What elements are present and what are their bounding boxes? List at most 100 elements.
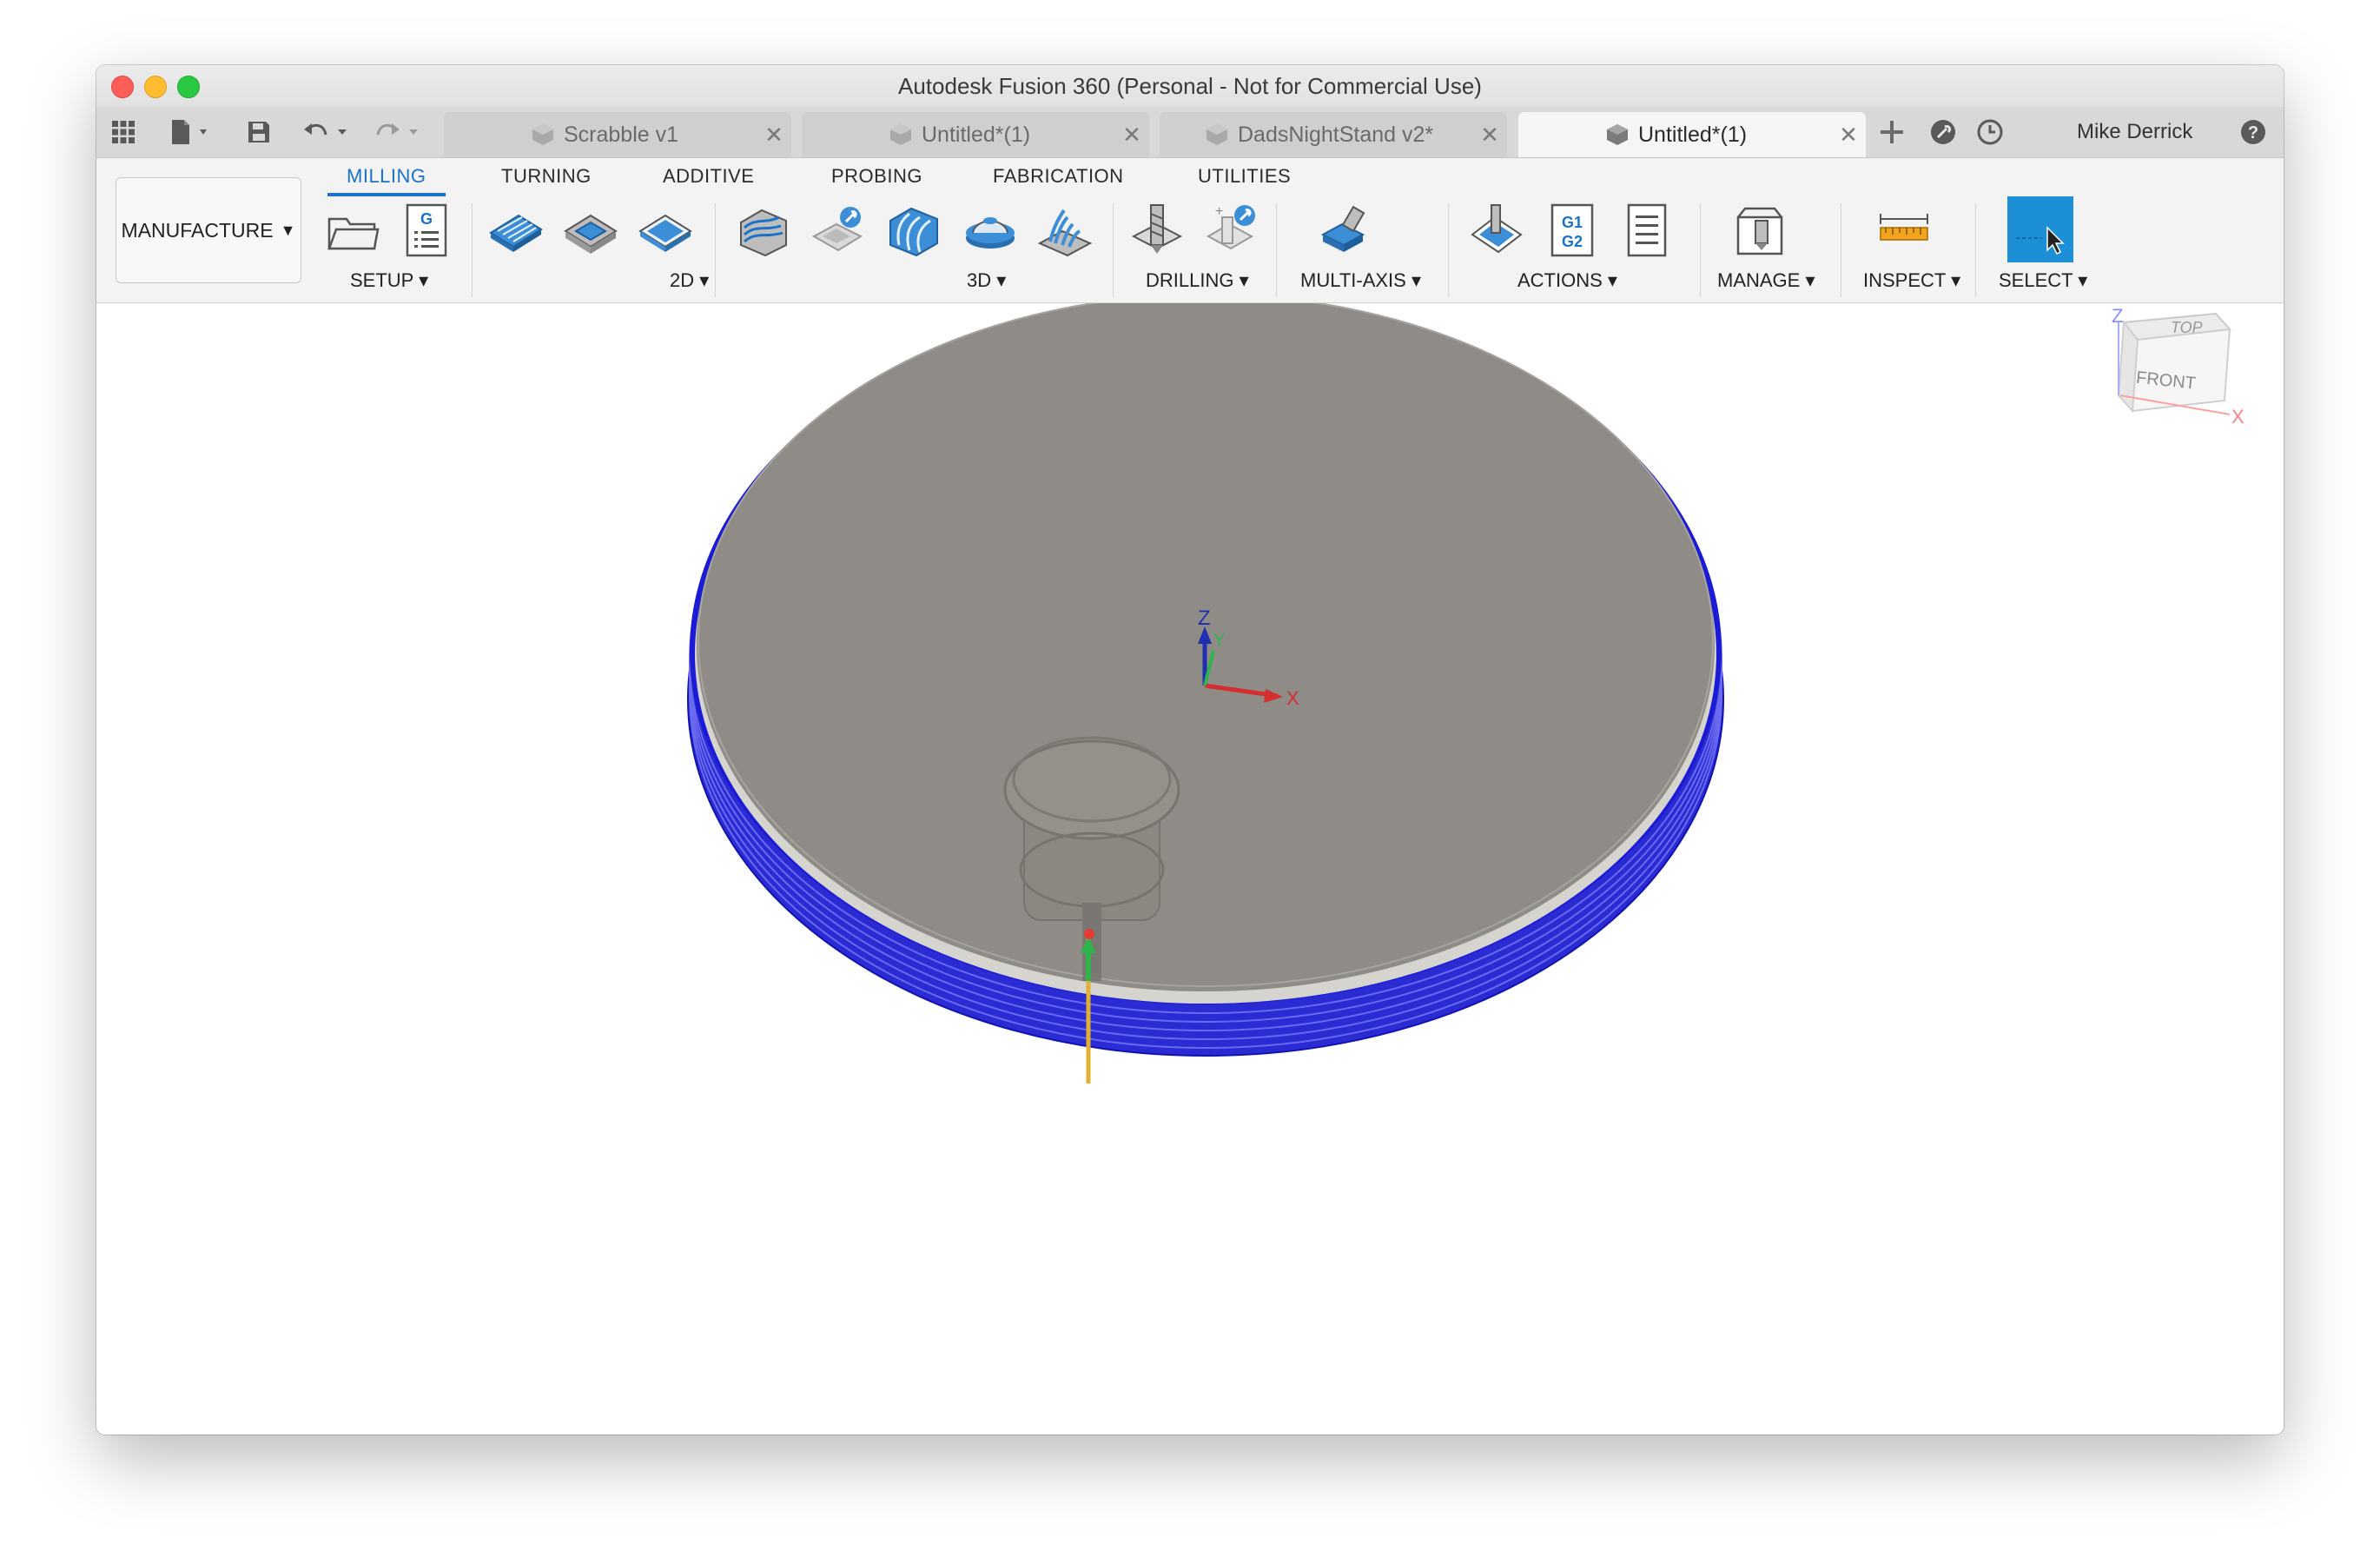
canvas-viewport[interactable]: Z Y X TOP FRONT Z X: [96, 303, 2284, 1435]
group-divider: [1700, 203, 1701, 297]
tab-fabrication[interactable]: FABRICATION: [993, 165, 1124, 188]
close-window-button[interactable]: [111, 76, 134, 98]
save-icon[interactable]: [244, 117, 274, 147]
axis-label-y: Y: [1213, 631, 1225, 650]
group-label: DRILLING: [1146, 269, 1234, 291]
group-divider: [1448, 203, 1449, 297]
simulate-icon[interactable]: [1469, 202, 1526, 259]
setup-sheet-icon[interactable]: [1618, 202, 1676, 259]
group-label: 2D: [670, 269, 695, 291]
tab-label: Untitled*(1): [922, 122, 1031, 147]
tab-bar: Scrabble v1 ✕ Untitled*(1) ✕ DadsNightSt…: [96, 107, 2284, 158]
group-divider: [472, 203, 473, 297]
tab-milling[interactable]: MILLING: [347, 165, 426, 188]
multi-axis-icon[interactable]: [1318, 202, 1375, 259]
toolbar-ribbon: MANUFACTURE ▼ MILLING TURNING ADDITIVE P…: [96, 158, 2284, 303]
tab-additive[interactable]: ADDITIVE: [663, 165, 754, 188]
component-icon: [890, 124, 911, 145]
parallel-icon[interactable]: [885, 202, 942, 259]
help-icon[interactable]: ?: [2238, 117, 2268, 147]
svg-text:?: ?: [2248, 123, 2258, 142]
model-canvas[interactable]: Z Y X TOP FRONT Z X: [96, 303, 2284, 1435]
scallop-icon[interactable]: [1036, 202, 1094, 259]
hole-recognition-icon[interactable]: +: [1203, 202, 1260, 259]
user-name[interactable]: Mike Derrick: [2077, 107, 2198, 157]
close-tab-icon[interactable]: ✕: [757, 122, 791, 149]
new-setup-icon[interactable]: [324, 202, 381, 259]
group-divider: [715, 203, 716, 297]
close-tab-icon[interactable]: ✕: [1114, 122, 1149, 149]
chevron-down-icon: ▼: [280, 221, 296, 239]
document-tab[interactable]: Untitled*(1) ✕: [802, 112, 1149, 157]
component-icon: [1607, 124, 1628, 145]
select-icon[interactable]: [2007, 196, 2073, 262]
face-icon[interactable]: [637, 202, 694, 259]
minimize-window-button[interactable]: [144, 76, 167, 98]
close-tab-icon[interactable]: ✕: [1831, 122, 1866, 149]
window-title: Autodesk Fusion 360 (Personal - Not for …: [898, 73, 1482, 99]
job-status-icon[interactable]: [1975, 117, 2005, 147]
tab-utilities[interactable]: UTILITIES: [1198, 165, 1291, 188]
workspace-switcher[interactable]: MANUFACTURE ▼: [116, 177, 301, 283]
axis-label-x: X: [1286, 687, 1299, 709]
maximize-window-button[interactable]: [177, 76, 200, 98]
group-label: 3D: [967, 269, 992, 291]
2d-adaptive-icon[interactable]: [487, 202, 545, 259]
post-process-icon[interactable]: G1 G2: [1544, 202, 1601, 259]
add-tab-icon[interactable]: [1877, 117, 1907, 147]
grid-icon[interactable]: [109, 117, 138, 147]
group-inspect[interactable]: INSPECT ▾: [1863, 269, 1960, 292]
tab-probing[interactable]: PROBING: [831, 165, 922, 188]
3d-adaptive-icon[interactable]: [736, 202, 793, 259]
svg-text:G2: G2: [1562, 233, 1583, 250]
document-tab-active[interactable]: Untitled*(1) ✕: [1518, 112, 1866, 157]
tab-label: Scrabble v1: [564, 122, 679, 147]
group-label: SELECT: [1999, 269, 2073, 291]
group-label: INSPECT: [1863, 269, 1946, 291]
viewcube-z-label: Z: [2112, 305, 2123, 327]
group-divider: [1113, 203, 1114, 297]
measure-icon[interactable]: [1875, 202, 1933, 259]
group-label: MULTI-AXIS: [1300, 269, 1406, 291]
group-divider: [1975, 203, 1976, 297]
group-select[interactable]: SELECT ▾: [1999, 269, 2087, 292]
group-multi-axis[interactable]: MULTI-AXIS ▾: [1300, 269, 1421, 292]
nc-program-icon[interactable]: G: [397, 202, 454, 259]
tool-library-icon[interactable]: [1733, 202, 1790, 259]
extensions-icon[interactable]: [1928, 117, 1958, 147]
file-icon[interactable]: [168, 117, 221, 147]
component-icon: [532, 124, 553, 145]
svg-text:G1: G1: [1562, 214, 1583, 231]
redo-icon[interactable]: [373, 117, 430, 147]
group-actions[interactable]: ACTIONS ▾: [1517, 269, 1617, 292]
document-tab[interactable]: Scrabble v1 ✕: [444, 112, 791, 157]
component-icon: [1207, 124, 1227, 145]
svg-text:+: +: [1215, 204, 1223, 219]
document-tab[interactable]: DadsNightStand v2* ✕: [1160, 112, 1507, 157]
app-window: Autodesk Fusion 360 (Personal - Not for …: [96, 65, 2284, 1435]
group-3d[interactable]: 3D ▾: [967, 269, 1006, 292]
active-tab-indicator: [327, 193, 446, 196]
tab-turning[interactable]: TURNING: [501, 165, 592, 188]
workspace-label: MANUFACTURE: [121, 218, 274, 242]
svg-text:G: G: [420, 210, 433, 228]
group-setup[interactable]: SETUP ▾: [350, 269, 428, 292]
group-label: ACTIONS: [1517, 269, 1603, 291]
group-label: SETUP: [350, 269, 413, 291]
group-2d[interactable]: 2D ▾: [670, 269, 709, 292]
view-cube[interactable]: TOP FRONT Z X: [2112, 305, 2244, 427]
pencil-icon[interactable]: [962, 202, 1019, 259]
drill-icon[interactable]: [1128, 202, 1186, 259]
group-label: MANAGE: [1717, 269, 1801, 291]
title-bar: Autodesk Fusion 360 (Personal - Not for …: [96, 65, 2284, 107]
undo-icon[interactable]: [301, 117, 359, 147]
tab-label: Untitled*(1): [1638, 122, 1748, 147]
close-tab-icon[interactable]: ✕: [1472, 122, 1507, 149]
group-manage[interactable]: MANAGE ▾: [1717, 269, 1815, 292]
tab-label: DadsNightStand v2*: [1238, 122, 1434, 147]
group-drilling[interactable]: DRILLING ▾: [1146, 269, 1249, 292]
2d-pocket-icon[interactable]: [562, 202, 619, 259]
3d-pocket-icon[interactable]: [810, 202, 868, 259]
viewcube-top-label[interactable]: TOP: [2171, 319, 2203, 336]
group-divider: [1276, 203, 1277, 297]
